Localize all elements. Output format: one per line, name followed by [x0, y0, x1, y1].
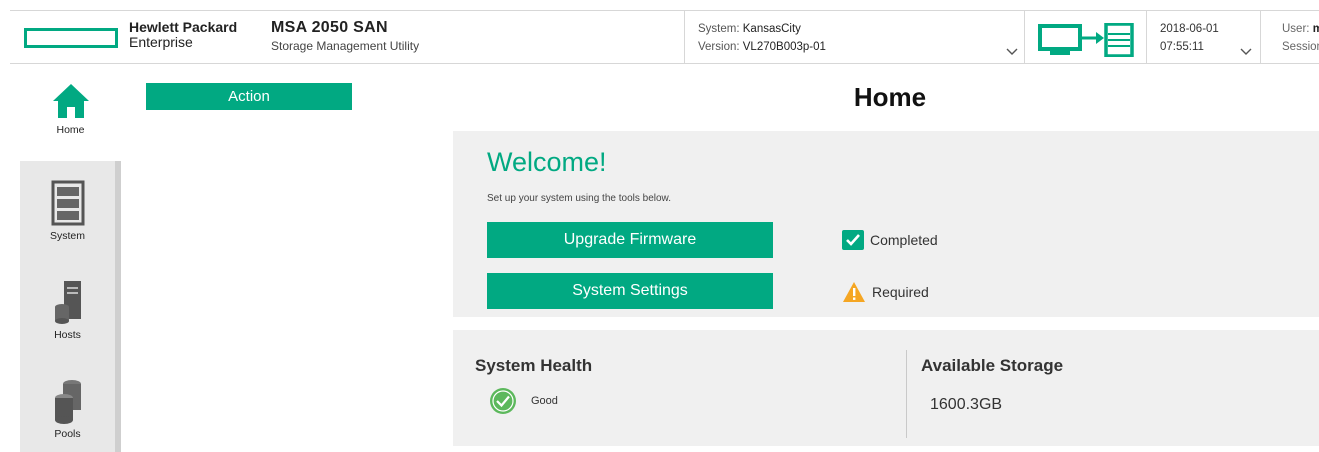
date-time[interactable]: 2018-06-01 07:55:11	[1160, 20, 1219, 56]
version-value: VL270B003p-01	[742, 41, 826, 53]
system-chevron-down-icon[interactable]	[1006, 48, 1018, 58]
header-separator	[684, 11, 685, 64]
sidebar-item-label: Home	[56, 124, 85, 136]
header-separator	[1260, 11, 1261, 64]
hosts-icon	[54, 281, 81, 324]
product-block: MSA 2050 SAN Storage Management Utility	[271, 19, 419, 53]
sidebar-nav: Home System Hosts Pools	[20, 65, 121, 452]
section-divider	[906, 350, 907, 438]
upgrade-firmware-button[interactable]: Upgrade Firmware	[487, 222, 773, 258]
available-storage-value: 1600.3GB	[930, 396, 1003, 413]
settings-status: Required	[842, 281, 929, 303]
settings-status-text: Required	[872, 284, 929, 300]
page-title: Home	[853, 82, 927, 112]
header-separator	[1146, 11, 1147, 64]
system-health-text: Good	[531, 395, 558, 407]
welcome-subtitle: Set up your system using the tools below…	[487, 193, 671, 204]
datetime-chevron-down-icon[interactable]	[1240, 48, 1252, 58]
sidebar-item-label: Hosts	[54, 329, 81, 341]
welcome-title: Welcome!	[487, 147, 607, 177]
system-health-title: System Health	[475, 356, 593, 375]
action-button[interactable]: Action	[146, 83, 352, 110]
system-settings-button[interactable]: System Settings	[487, 273, 773, 309]
upgrade-status-text: Completed	[870, 232, 938, 248]
date-value: 2018-06-01	[1160, 23, 1219, 35]
user-label: User:	[1282, 23, 1310, 35]
home-icon	[52, 84, 89, 118]
summary-panel: System Health Good Available Storage 160…	[453, 330, 1319, 446]
sidebar-item-system[interactable]: System	[20, 172, 115, 268]
session-label: Session	[1282, 41, 1319, 53]
sidebar-item-home[interactable]: Home	[20, 65, 121, 161]
upgrade-status: Completed	[842, 230, 938, 250]
hpe-logo	[24, 28, 118, 48]
user-value: m	[1312, 23, 1319, 35]
available-storage-title: Available Storage	[921, 356, 1064, 375]
sidebar-scrollbar[interactable]	[115, 161, 121, 452]
connection-icon[interactable]	[1038, 22, 1136, 58]
time-value: 07:55:11	[1160, 41, 1204, 53]
sidebar-item-label: Pools	[54, 428, 81, 440]
sidebar-item-pools[interactable]: Pools	[20, 370, 115, 452]
system-label: System:	[698, 23, 740, 35]
system-icon	[51, 180, 84, 226]
pools-icon	[54, 380, 81, 424]
product-name: MSA 2050 SAN	[271, 19, 388, 36]
brand-line2: Enterprise	[129, 34, 193, 50]
header-separator	[1024, 11, 1025, 64]
version-label: Version:	[698, 41, 740, 53]
health-good-icon	[490, 388, 516, 414]
sidebar-item-hosts[interactable]: Hosts	[20, 271, 115, 367]
welcome-panel: Welcome! Set up your system using the to…	[453, 131, 1319, 317]
system-info[interactable]: System: KansasCity Version: VL270B003p-0…	[698, 20, 826, 56]
user-info[interactable]: User: m Session	[1282, 20, 1319, 56]
sidebar-item-label: System	[49, 230, 85, 242]
brand-line1: Hewlett Packard	[129, 19, 238, 35]
system-health-status[interactable]: Good	[489, 387, 558, 415]
warning-icon	[843, 282, 865, 302]
checkbox-checked-icon	[842, 230, 864, 250]
top-header: Hewlett Packard Enterprise MSA 2050 SAN …	[10, 10, 1319, 64]
system-value: KansasCity	[742, 23, 801, 35]
product-subtitle: Storage Management Utility	[271, 39, 420, 53]
brand-name: Hewlett Packard Enterprise	[129, 20, 237, 50]
